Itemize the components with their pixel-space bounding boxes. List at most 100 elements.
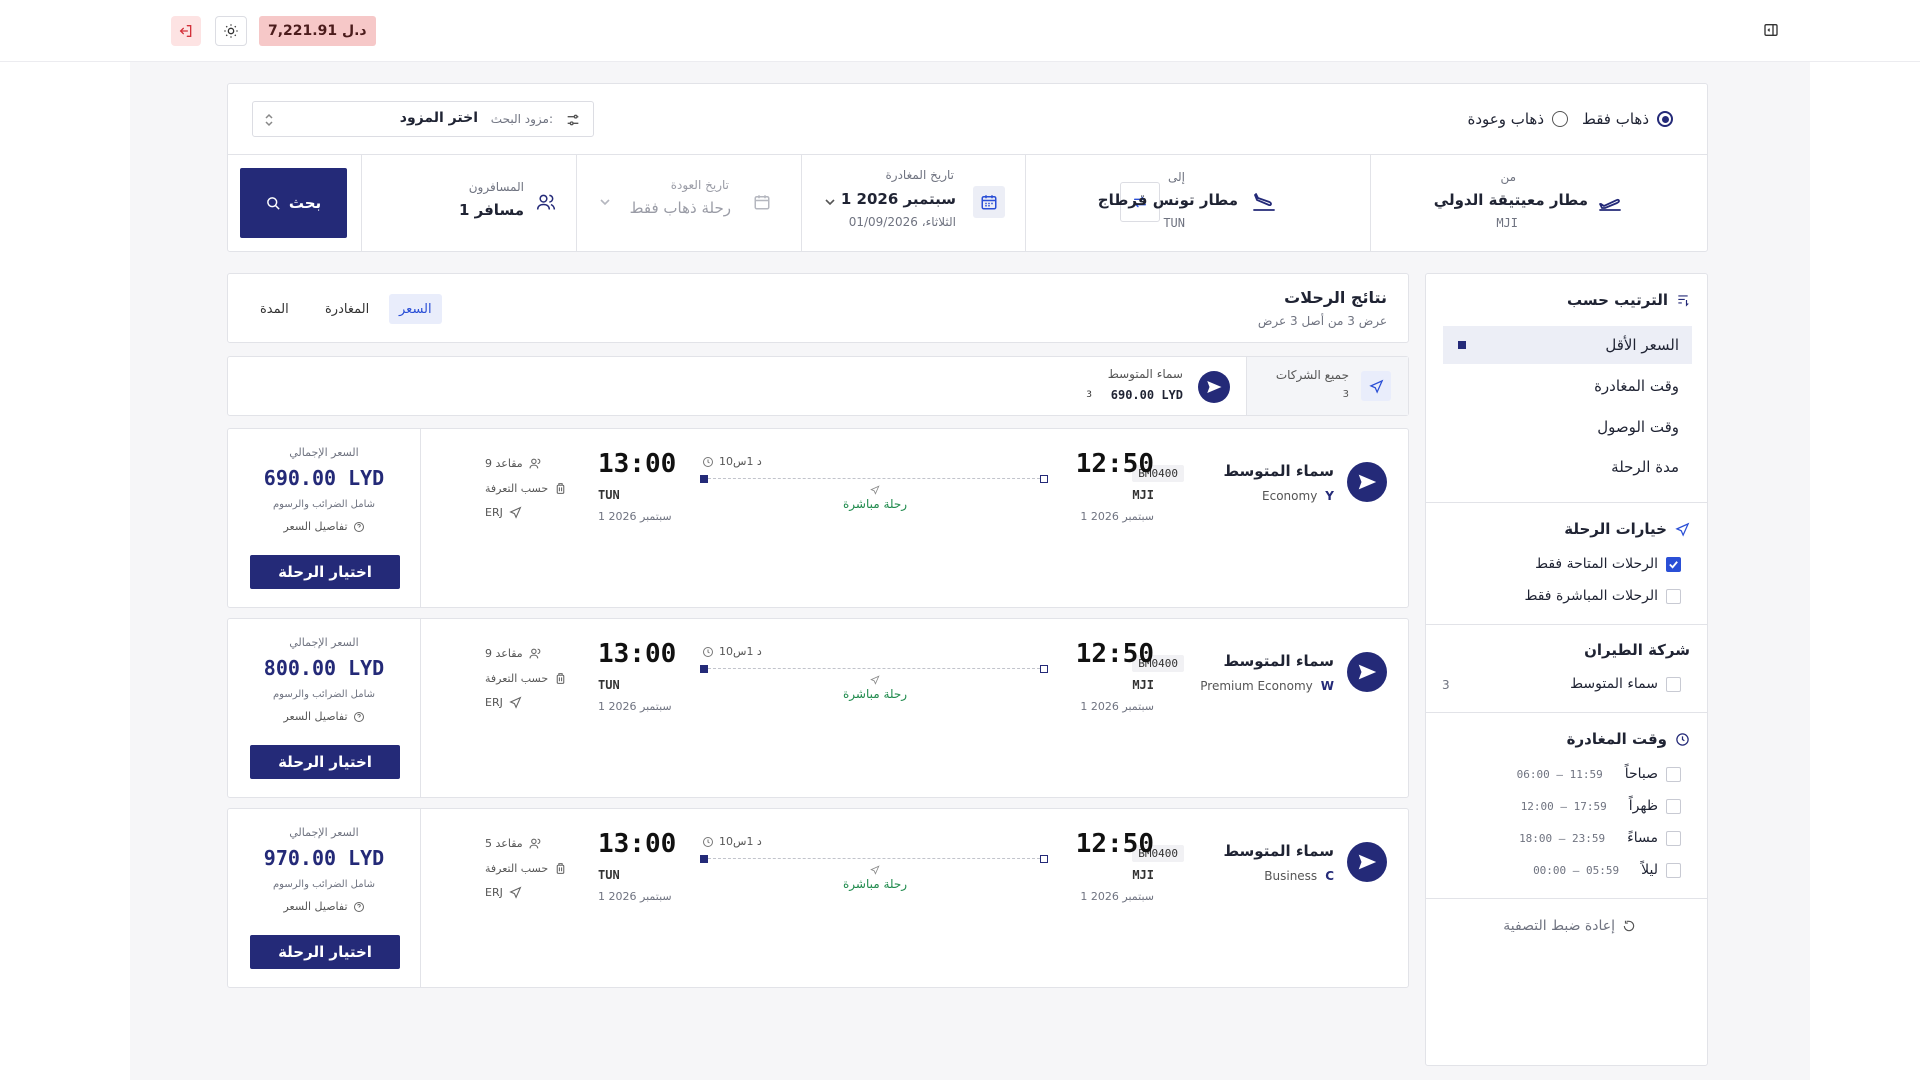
time-evening[interactable]: 18:00 – 23:59 مساءً xyxy=(1519,830,1681,846)
departure-date-field[interactable]: تاريخ المغادرة 1 سبتمبر 2026 الثلاثاء، 0… xyxy=(801,154,1025,252)
arrival-time: 13:00 xyxy=(598,449,677,479)
arrival-airport-code: TUN xyxy=(598,678,620,692)
checkbox[interactable] xyxy=(1666,588,1681,604)
destination-label: إلى xyxy=(1168,170,1185,184)
calendar-icon xyxy=(981,195,997,210)
direct-flight-label: رحلة مباشرة xyxy=(843,877,908,891)
radio-round-trip[interactable]: ذهاب وعودة xyxy=(1467,110,1568,128)
cabin-name: Business xyxy=(1264,869,1318,883)
airline-filter-item[interactable]: سماء المتوسط xyxy=(1570,676,1681,692)
refresh-icon xyxy=(1623,920,1635,932)
sort-item-duration[interactable]: مدة الرحلة xyxy=(1443,448,1692,486)
users-icon xyxy=(529,838,541,849)
radio-round-trip-label: ذهاب وعودة xyxy=(1467,110,1544,128)
departure-time: 12:50 xyxy=(1075,829,1154,859)
tab-price[interactable]: السعر xyxy=(389,294,442,324)
time-range: 06:00 – 11:59 xyxy=(1516,767,1603,781)
price-details-text: تفاصيل السعر xyxy=(283,520,348,533)
price-label: السعر الإجمالي xyxy=(289,446,359,459)
luggage-icon xyxy=(556,673,565,684)
search-icon xyxy=(266,196,280,210)
baggage-text: حسب التعرفة xyxy=(485,862,549,875)
destination-field[interactable]: إلى مطار تونس قرطاج TUN xyxy=(1025,154,1370,252)
route-dashes xyxy=(708,478,1040,479)
price-column: السعر الإجمالي 690.00 LYD شامل الضرائب و… xyxy=(228,429,421,607)
arrival-date: 1 سبتمبر 2026 xyxy=(598,890,672,903)
price-details-link[interactable]: تفاصيل السعر xyxy=(228,710,420,723)
select-flight-button[interactable]: اختيار الرحلة xyxy=(250,745,400,779)
duration: 10د 1س xyxy=(702,835,762,848)
seats-text: 5 مقاعد xyxy=(485,837,523,850)
search-button[interactable]: بحث xyxy=(240,168,347,238)
sort-item-label: وقت المغادرة xyxy=(1594,377,1679,395)
return-date-field[interactable]: تاريخ العودة رحلة ذهاب فقط xyxy=(576,154,801,252)
passengers-field[interactable]: المسافرون 1 مسافر xyxy=(361,154,576,252)
sort-title-text: الترتيب حسب xyxy=(1566,291,1668,309)
chevron-updown-icon xyxy=(265,113,273,127)
theme-toggle-button[interactable] xyxy=(215,16,247,46)
select-flight-button[interactable]: اختيار الرحلة xyxy=(250,555,400,589)
price-details-link[interactable]: تفاصيل السعر xyxy=(228,520,420,533)
checkbox[interactable] xyxy=(1666,676,1681,692)
airline-name: سماء المتوسط xyxy=(1223,842,1334,860)
flight-card: سماء المتوسط BM0400 Economy Y 12:50 MJI … xyxy=(227,428,1409,608)
tab-duration[interactable]: المدة xyxy=(250,294,299,324)
time-morning[interactable]: 06:00 – 11:59 صباحاً xyxy=(1517,766,1681,782)
taxes-note: شامل الضرائب والرسوم xyxy=(272,689,376,700)
radio-one-way[interactable]: ذهاب فقط xyxy=(1582,110,1673,128)
route-end-marker xyxy=(1040,855,1048,863)
logout-button[interactable] xyxy=(171,16,201,46)
option-direct-only[interactable]: الرحلات المباشرة فقط xyxy=(1524,588,1681,604)
tab-departure[interactable]: المغادرة xyxy=(315,294,379,324)
duration-text: 10د 1س xyxy=(719,835,762,848)
checkbox[interactable] xyxy=(1666,862,1681,878)
sort-item-label: السعر الأقل xyxy=(1605,336,1679,354)
calendar-icon xyxy=(754,195,770,210)
plane-icon xyxy=(1675,522,1690,537)
check-icon xyxy=(1669,560,1678,569)
route-start-marker xyxy=(700,665,708,673)
checkbox[interactable] xyxy=(1666,798,1681,814)
aircraft-info: ERJ xyxy=(485,506,522,519)
price-column: السعر الإجمالي 970.00 LYD شامل الضرائب و… xyxy=(228,809,421,987)
sort-item-arrival[interactable]: وقت الوصول xyxy=(1443,408,1692,446)
departure-time: 12:50 xyxy=(1075,449,1154,479)
checkbox[interactable] xyxy=(1666,766,1681,782)
class-code: Y xyxy=(1325,489,1334,503)
time-label: صباحاً xyxy=(1624,766,1658,782)
price-label: السعر الإجمالي xyxy=(289,826,359,839)
origin-field[interactable]: من مطار معيتيقة الدولي MJI xyxy=(1370,154,1709,252)
price-details-text: تفاصيل السعر xyxy=(283,900,348,913)
all-airlines-chip[interactable]: جميع الشركات 3 xyxy=(1246,357,1408,415)
price-details-link[interactable]: تفاصيل السعر xyxy=(228,900,420,913)
return-label: تاريخ العودة xyxy=(670,178,729,192)
sort-item-departure[interactable]: وقت المغادرة xyxy=(1443,367,1692,405)
sidebar-toggle-button[interactable] xyxy=(1763,22,1779,38)
option-available-only[interactable]: الرحلات المتاحة فقط xyxy=(1535,556,1681,572)
route-line xyxy=(700,665,1048,673)
duration-text: 10د 1س xyxy=(719,645,762,658)
top-bar: 7,221.91 د.ل xyxy=(0,0,1920,62)
select-flight-button[interactable]: اختيار الرحلة xyxy=(250,935,400,969)
airline-logo-icon xyxy=(1358,664,1377,680)
sort-item-lowest-price[interactable]: السعر الأقل xyxy=(1443,326,1692,364)
price-amount: 690.00 LYD xyxy=(263,466,385,490)
airline-logo xyxy=(1347,462,1387,502)
reset-filters-button[interactable]: إعادة ضبط التصفية xyxy=(1503,918,1636,934)
help-circle-icon xyxy=(353,901,364,912)
provider-select[interactable]: اختر المزود مزود البحث: xyxy=(252,101,594,137)
results-title: نتائج الرحلات xyxy=(1284,288,1387,307)
clock-icon xyxy=(1676,732,1689,746)
chevron-down-icon xyxy=(825,199,835,206)
airline-chip-count: 3 xyxy=(1086,390,1092,400)
checkbox[interactable] xyxy=(1666,830,1681,846)
airline-chip[interactable]: سماء المتوسط 690.00 LYD 3 xyxy=(1000,357,1230,415)
plane-icon xyxy=(1368,379,1383,394)
checkbox[interactable] xyxy=(1666,556,1681,572)
time-night[interactable]: 00:00 – 05:59 ليلاً xyxy=(1533,862,1681,878)
time-noon[interactable]: 12:00 – 17:59 ظهراً xyxy=(1521,798,1681,814)
departure-date: 1 سبتمبر 2026 xyxy=(1080,510,1154,523)
duration-text: 10د 1س xyxy=(719,455,762,468)
time-range: 12:00 – 17:59 xyxy=(1520,799,1607,813)
time-label: ظهراً xyxy=(1628,798,1658,814)
